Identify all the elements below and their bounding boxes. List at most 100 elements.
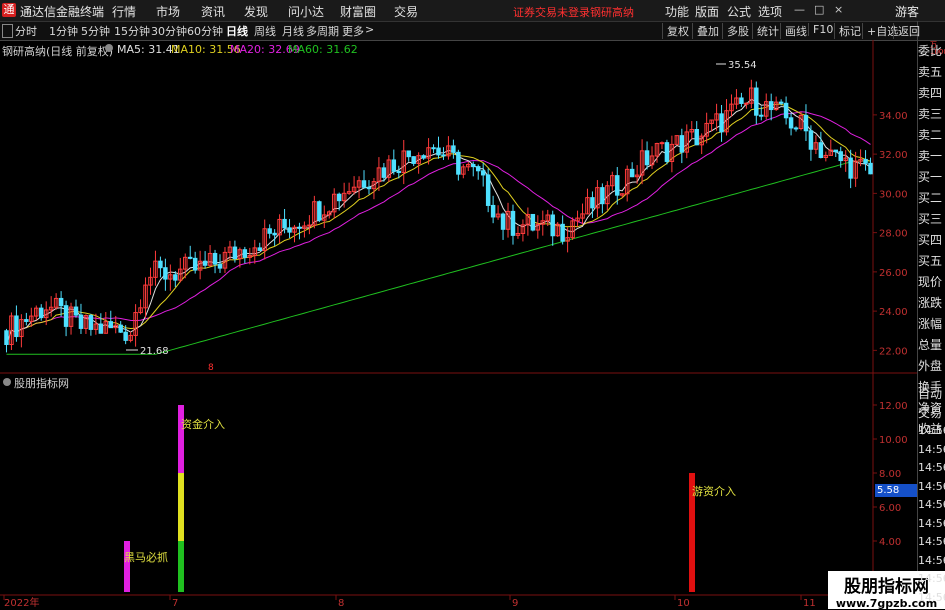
quote-field-label: 卖四 (918, 86, 943, 100)
candle-body (863, 158, 868, 164)
trade-label[interactable]: 交易 (918, 404, 945, 422)
menu-item[interactable]: 资讯 (201, 3, 225, 20)
candle-body (39, 307, 44, 319)
tool-button[interactable]: 统计 (752, 23, 779, 39)
menu-item[interactable]: 财富圈 (340, 3, 376, 20)
quote-field-label: 委比 (918, 44, 943, 58)
trade-label[interactable]: 自动 (918, 385, 945, 403)
quote-field-label: 卖二 (918, 128, 943, 142)
tool-button[interactable]: 返回 (893, 23, 920, 39)
tool-button[interactable]: 画线 (780, 23, 807, 39)
period-tab[interactable]: 分时 (15, 23, 37, 39)
x-tick-label: 11 (803, 598, 816, 609)
tool-button[interactable]: 多股 (722, 23, 749, 39)
period-tab[interactable]: 15分钟 (114, 23, 150, 39)
y-tick-label: 34.00 (879, 111, 908, 122)
app-logo: 通 (2, 3, 16, 17)
candle-body (421, 155, 426, 159)
candle-body (759, 114, 764, 117)
candle-body (500, 213, 506, 230)
indicator-y-tick-label: 10.00 (879, 435, 908, 446)
toggle-icon[interactable] (2, 24, 13, 38)
close-icon[interactable]: × (834, 3, 843, 16)
candle-body (510, 210, 516, 236)
tool-button[interactable]: 复权 (662, 23, 689, 39)
candle-body (173, 274, 178, 281)
tool-button[interactable]: 标记 (834, 23, 861, 39)
candle-body (739, 97, 744, 104)
period-tab[interactable]: 日线 (226, 23, 248, 39)
kline-chart[interactable]: 34.00 32.00 30.00 28.00 26.00 24.00 22.00 35.54… (0, 40, 945, 609)
x-tick-label: 9 (512, 598, 518, 609)
candle-body (768, 101, 774, 111)
menu-item[interactable]: 市场 (156, 3, 180, 20)
tick-time: 14:56 (918, 535, 945, 548)
guest-label[interactable]: 游客 (895, 3, 919, 20)
tool-button[interactable]: 叠加 (692, 23, 719, 39)
candle-body (58, 297, 64, 307)
indicator-y-tick-label: 12.00 (879, 401, 908, 412)
candle-body (848, 157, 853, 179)
minimize-icon[interactable]: — (794, 3, 805, 16)
tick-time: 14:56 (918, 590, 945, 604)
candle-body (73, 306, 79, 316)
candle-body (192, 257, 198, 271)
candle-body (187, 256, 193, 259)
candle-body (4, 330, 9, 345)
candle-body (719, 113, 724, 133)
signal-bar (124, 541, 130, 592)
candle-body (644, 150, 650, 166)
menu-right-item[interactable]: 功能 (665, 3, 689, 20)
period-tab[interactable]: 30分钟 (151, 23, 187, 39)
menu-right-item[interactable]: 公式 (727, 3, 751, 20)
indicator-settings-icon[interactable] (3, 378, 11, 386)
more-arrow-icon[interactable]: > (365, 23, 374, 36)
menu-item[interactable]: 问小达 (288, 3, 324, 20)
y-tick-label: 32.00 (879, 150, 908, 161)
period-tab[interactable]: 月线 (282, 23, 304, 39)
period-tab[interactable]: 60分钟 (187, 23, 223, 39)
candle-body (78, 314, 84, 329)
period-tab[interactable]: 5分钟 (81, 23, 110, 39)
candle-body (664, 142, 670, 162)
candle-body (456, 151, 461, 175)
candle-body (475, 166, 481, 172)
candle-body (267, 228, 272, 234)
maximize-icon[interactable]: □ (814, 3, 824, 16)
period-tab[interactable]: 更多 (342, 23, 364, 39)
menu-right-item[interactable]: 版面 (695, 3, 719, 20)
signal-label: 资金介入 (181, 417, 225, 431)
quote-field-label: 买五 (918, 254, 943, 268)
candle-body (659, 142, 665, 145)
candle-body (868, 162, 873, 175)
signal-label: 黑马必抓 (124, 550, 168, 564)
tool-button[interactable]: F10 (808, 23, 833, 36)
quote-field-label: 涨跌 (918, 296, 943, 310)
quote-field-label: 买四 (918, 233, 943, 247)
quote-field-label: 买一 (918, 170, 943, 184)
candle-body (471, 163, 476, 168)
candle-body (600, 187, 605, 205)
period-tab[interactable]: 1分钟 (49, 23, 78, 39)
quote-field-label: 卖五 (918, 65, 943, 79)
candle-body (163, 267, 168, 280)
candle-body (694, 128, 699, 146)
menu-right-item[interactable]: 选项 (758, 3, 782, 20)
candle-body (242, 249, 248, 258)
y-tick-label: 24.00 (879, 307, 908, 318)
y-tick-label: 30.00 (879, 189, 908, 200)
period-tab[interactable]: 周线 (254, 23, 276, 39)
y-tick-label: 26.00 (879, 268, 908, 279)
tick-time: 14:56 (918, 516, 945, 530)
candle-body (366, 186, 372, 190)
menu-item[interactable]: 交易 (394, 3, 418, 20)
period-tab[interactable]: 多周期 (306, 23, 339, 39)
menu-item[interactable]: 发现 (244, 3, 268, 20)
x-tick-label: 7 (172, 598, 178, 609)
candle-body (123, 331, 128, 341)
candle-body (550, 214, 555, 237)
login-warning[interactable]: 证券交易未登录 (513, 4, 590, 20)
menu-item[interactable]: 行情 (112, 3, 136, 20)
candle-body (833, 149, 838, 153)
x-tick-label: 10 (677, 598, 690, 609)
